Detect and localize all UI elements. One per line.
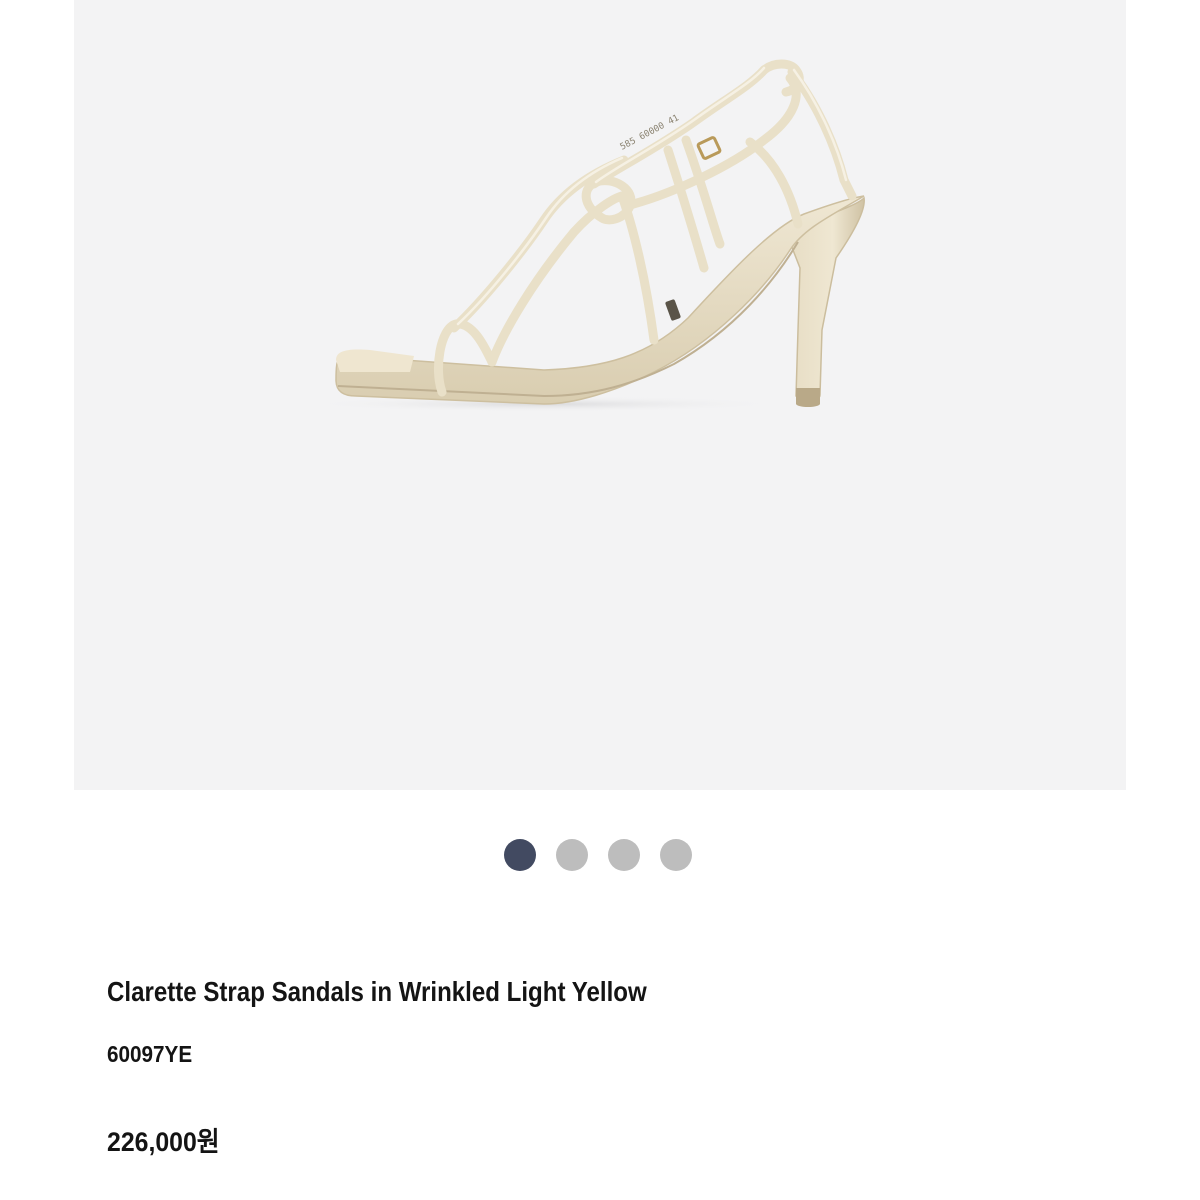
carousel-dot-2[interactable] (556, 839, 588, 871)
sandal-image: 585 60000 41 (304, 59, 865, 412)
product-code: 60097YE (107, 1041, 193, 1067)
product-info: Clarette Strap Sandals in Wrinkled Light… (107, 970, 1107, 1157)
carousel-dot-1[interactable] (504, 839, 536, 871)
product-image[interactable]: 585 60000 41 (74, 0, 1126, 790)
carousel-pagination (0, 839, 1198, 871)
carousel-dot-4[interactable] (660, 839, 692, 871)
product-price: 226,000원 (107, 1127, 220, 1157)
product-name: Clarette Strap Sandals in Wrinkled Light… (107, 976, 647, 1007)
carousel-dot-3[interactable] (608, 839, 640, 871)
